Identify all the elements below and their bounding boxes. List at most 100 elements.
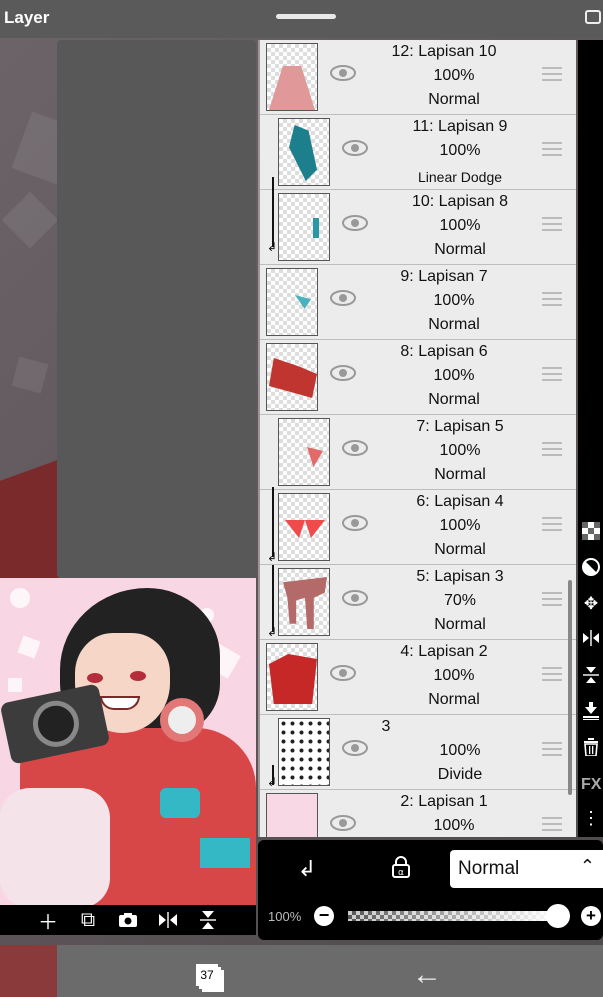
- visibility-eye-icon[interactable]: [342, 214, 368, 232]
- visibility-eye-icon[interactable]: [330, 664, 356, 682]
- layer-row[interactable]: 11: Lapisan 9 100% Linear Dodge: [260, 115, 576, 190]
- more-menu-icon[interactable]: ⋮: [581, 808, 601, 828]
- bg-shape: [11, 356, 49, 394]
- layer-row[interactable]: 6: Lapisan 4 100% Normal: [260, 490, 576, 565]
- layer-thumbnail[interactable]: [278, 568, 330, 636]
- window-title: Layer: [4, 8, 50, 27]
- shirt-cat-print: [160, 788, 200, 818]
- opacity-slider[interactable]: [348, 911, 558, 921]
- visibility-eye-icon[interactable]: [342, 439, 368, 457]
- visibility-eye-icon[interactable]: [330, 814, 356, 832]
- reorder-handle-icon[interactable]: [542, 817, 562, 833]
- opacity-increase-button[interactable]: +: [581, 906, 601, 926]
- duplicate-layer-icon[interactable]: ⧉: [77, 909, 99, 931]
- layer-row[interactable]: 8: Lapisan 6 100% Normal: [260, 340, 576, 415]
- layers-count-button[interactable]: 37: [196, 964, 218, 986]
- reorder-handle-icon[interactable]: [542, 367, 562, 383]
- layer-list-scrollbar[interactable]: [568, 580, 572, 795]
- flip-horizontal-icon[interactable]: [581, 630, 601, 650]
- layer-thumbnail[interactable]: [278, 418, 330, 486]
- clipping-arrow-icon: ↲: [267, 240, 278, 254]
- visibility-eye-icon[interactable]: [342, 589, 368, 607]
- layer-thumbnail[interactable]: [278, 493, 330, 561]
- clipping-arrow-icon: ↲: [267, 775, 278, 789]
- trash-icon[interactable]: [581, 738, 601, 758]
- drag-handle[interactable]: [276, 14, 336, 19]
- bg-dot: [10, 588, 30, 608]
- canvas-overlay-panel: [57, 40, 256, 578]
- opacity-slider-thumb[interactable]: [546, 904, 570, 928]
- bg-square: [17, 635, 41, 659]
- layer-row[interactable]: 4: Lapisan 2 100% Normal: [260, 640, 576, 715]
- layer-row[interactable]: 5: Lapisan 3 70% Normal: [260, 565, 576, 640]
- layer-blend-mode: Normal: [428, 91, 480, 108]
- flip-vertical-icon[interactable]: [197, 909, 219, 931]
- clipping-arrow-icon: ↲: [267, 550, 278, 564]
- layer-blend-mode: Normal: [434, 241, 486, 258]
- layer-tools-column: ✥ FX ⋮: [578, 40, 603, 837]
- layer-opacity: 100%: [433, 817, 475, 834]
- visibility-eye-icon[interactable]: [342, 739, 368, 757]
- layer-thumbnail[interactable]: [266, 643, 318, 711]
- back-arrow-icon[interactable]: ←: [412, 958, 442, 992]
- layer-row[interactable]: 10: Lapisan 8 100% Normal: [260, 190, 576, 265]
- layers-count: 37: [200, 968, 214, 982]
- blend-mode-value: Normal: [458, 858, 520, 879]
- clipping-toggle-icon[interactable]: ↲: [292, 856, 322, 882]
- opacity-decrease-button[interactable]: −: [314, 906, 334, 926]
- layer-name: 10: Lapisan 8: [411, 193, 509, 210]
- visibility-eye-icon[interactable]: [342, 514, 368, 532]
- layer-row[interactable]: 9: Lapisan 7 100% Normal: [260, 265, 576, 340]
- layer-row[interactable]: 12: Lapisan 10 100% Normal: [260, 40, 576, 115]
- reorder-handle-icon[interactable]: [542, 67, 562, 83]
- reorder-handle-icon[interactable]: [542, 517, 562, 533]
- visibility-eye-icon[interactable]: [330, 289, 356, 307]
- reorder-handle-icon[interactable]: [542, 217, 562, 233]
- visibility-eye-icon[interactable]: [330, 364, 356, 382]
- layer-blend-mode: Normal: [434, 616, 486, 633]
- window-restore-icon[interactable]: [585, 10, 601, 24]
- layer-properties-bar: ↲ α Normal ⌃ 100% − +: [258, 840, 603, 940]
- merge-down-icon[interactable]: [581, 702, 601, 722]
- opacity-value: 100%: [268, 909, 302, 924]
- layer-opacity: 100%: [433, 67, 475, 84]
- layer-row[interactable]: 3 100% Divide: [260, 715, 576, 790]
- blend-mode-select[interactable]: Normal ⌃: [450, 850, 603, 888]
- layer-thumbnail[interactable]: [266, 343, 318, 411]
- layer-thumbnail[interactable]: [266, 793, 318, 837]
- camera-lens: [28, 696, 84, 752]
- reorder-handle-icon[interactable]: [542, 592, 562, 608]
- layer-row[interactable]: 2: Lapisan 1 100%: [260, 790, 576, 837]
- canvas-fragment: [0, 945, 57, 997]
- camera-icon[interactable]: [117, 909, 139, 931]
- lock-alpha-icon[interactable]: α: [386, 856, 416, 884]
- canvas-preview[interactable]: [0, 578, 256, 905]
- transparency-checker-icon[interactable]: [581, 522, 601, 542]
- layer-list[interactable]: 12: Lapisan 10 100% Normal 11: Lapisan 9…: [258, 40, 576, 837]
- layer-opacity: 100%: [439, 142, 481, 159]
- reorder-handle-icon[interactable]: [542, 667, 562, 683]
- reorder-handle-icon[interactable]: [542, 742, 562, 758]
- mask-icon[interactable]: [581, 558, 601, 578]
- visibility-eye-icon[interactable]: [330, 64, 356, 82]
- move-icon[interactable]: ✥: [581, 594, 601, 614]
- layer-thumbnail[interactable]: [278, 193, 330, 261]
- flip-vertical-icon[interactable]: [581, 666, 601, 686]
- visibility-eye-icon[interactable]: [342, 139, 368, 157]
- reorder-handle-icon[interactable]: [542, 142, 562, 158]
- layer-thumbnail[interactable]: [278, 118, 330, 186]
- layer-row[interactable]: 7: Lapisan 5 100% Normal: [260, 415, 576, 490]
- layer-opacity: 100%: [439, 217, 481, 234]
- add-icon[interactable]: ＋: [37, 909, 59, 934]
- flip-horizontal-icon[interactable]: [157, 909, 179, 931]
- reorder-handle-icon[interactable]: [542, 442, 562, 458]
- layer-name: 9: Lapisan 7: [400, 268, 488, 285]
- layer-name: 4: Lapisan 2: [400, 643, 488, 660]
- character-eye: [130, 671, 146, 681]
- layer-thumbnail[interactable]: [266, 43, 318, 111]
- layer-opacity: 70%: [443, 592, 477, 609]
- fx-filter-icon[interactable]: FX: [581, 775, 601, 795]
- reorder-handle-icon[interactable]: [542, 292, 562, 308]
- shirt-pattern: [200, 838, 250, 868]
- layer-thumbnail[interactable]: [266, 268, 318, 336]
